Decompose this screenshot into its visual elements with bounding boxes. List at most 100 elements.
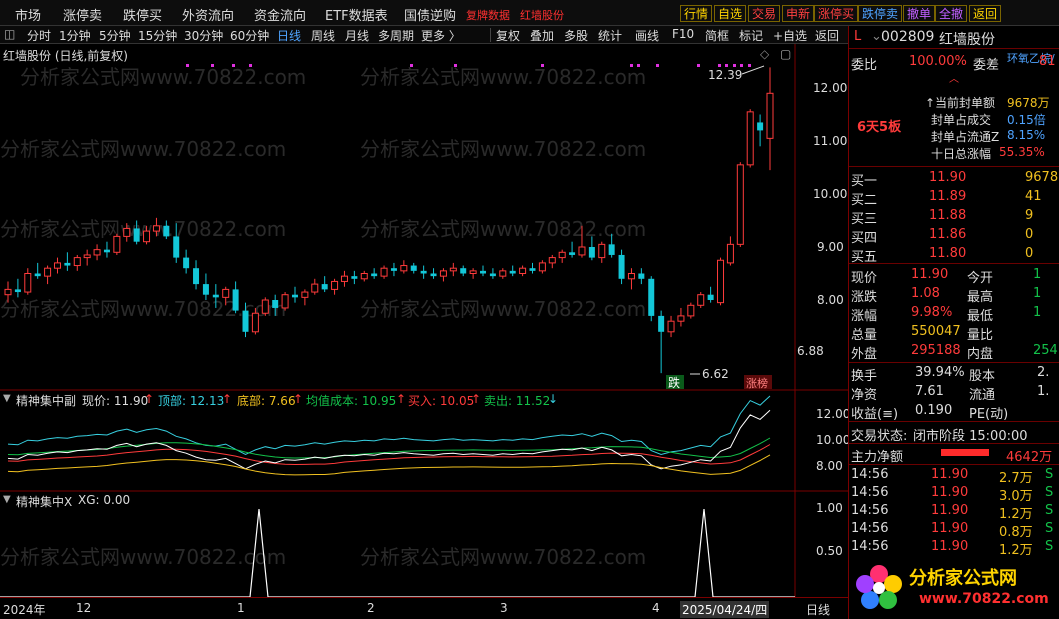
tick-time: 14:56 <box>851 521 889 536</box>
menu-market[interactable]: 市场 <box>15 5 41 24</box>
period-monthly[interactable]: 月线 <box>345 27 369 44</box>
tick-side: S <box>1045 539 1054 554</box>
signal-dot <box>697 64 700 67</box>
layout-toggle-icon[interactable]: ◫ <box>4 27 15 41</box>
tool-adjust[interactable]: 复权 <box>496 27 520 44</box>
tool-mark[interactable]: 标记 <box>739 27 763 44</box>
candle-body <box>163 225 170 237</box>
y-tick-label: 10.00 <box>813 187 847 201</box>
candle-body <box>489 273 496 277</box>
wb-value: 100.00% <box>909 54 967 69</box>
period-intraday[interactable]: 分时 <box>27 27 51 44</box>
tool-overlay[interactable]: 叠加 <box>530 27 554 44</box>
candle-body <box>717 259 725 304</box>
sub1-y-tick: 10.00 <box>816 433 848 447</box>
period-multi[interactable]: 多周期 <box>378 27 414 44</box>
button-limit-down-sell[interactable]: 跌停卖 <box>858 5 903 22</box>
y-low-label: 6.88 <box>797 344 824 358</box>
menu-hot-resume[interactable]: 复牌数据 <box>466 7 510 23</box>
book-price: 11.90 <box>929 170 967 185</box>
book-volume: 9 <box>1025 208 1034 223</box>
die-tag: 跌 <box>668 375 680 390</box>
candle-body <box>380 267 388 277</box>
stat-value: 0.190 <box>915 403 953 418</box>
candle-body <box>24 273 32 293</box>
chart-canvas[interactable]: 分析家公式网www.70822.com 分析家公式网www.70822.com … <box>0 44 850 598</box>
tick-price: 11.90 <box>931 539 969 554</box>
period-15min[interactable]: 15分钟 <box>138 27 177 44</box>
period-daily[interactable]: 日线 <box>277 27 301 44</box>
signal-dot <box>186 64 189 67</box>
toolbar-divider <box>490 28 491 42</box>
stat-value: 39.94% <box>915 365 965 380</box>
menu-hot-stock[interactable]: 红墙股份 <box>520 7 564 23</box>
menu-repo[interactable]: 国债逆购 <box>404 5 456 24</box>
stat-label: 最低 <box>967 309 994 324</box>
signal-dot <box>454 64 457 67</box>
axis-period: 日线 <box>806 603 831 617</box>
tool-stats[interactable]: 统计 <box>598 27 622 44</box>
button-back[interactable]: 返回 <box>969 5 1002 22</box>
tool-simple-frame[interactable]: 简框 <box>705 27 729 44</box>
tool-multi-stock[interactable]: 多股 <box>564 27 588 44</box>
stat-value: 295188 <box>911 343 961 358</box>
button-cancel-order[interactable]: 撤单 <box>903 5 936 22</box>
tool-draw[interactable]: 画线 <box>635 27 659 44</box>
signal-dot <box>232 64 235 67</box>
button-quote[interactable]: 行情 <box>680 5 713 22</box>
arrow-up-icon: ↑ <box>471 392 482 406</box>
button-watchlist[interactable]: 自选 <box>714 5 747 22</box>
book-volume: 0 <box>1025 246 1034 261</box>
menu-etf-table[interactable]: ETF数据表 <box>325 5 388 24</box>
button-cancel-all[interactable]: 全撤 <box>935 5 968 22</box>
chart-settings-icon[interactable]: ◇ <box>760 47 769 61</box>
sub2-xg: XG: 0.00 <box>78 493 131 507</box>
time-label: 3 <box>500 601 508 615</box>
book-price: 11.86 <box>929 227 967 242</box>
candle-body <box>321 284 328 290</box>
candle-body <box>707 294 714 300</box>
chart-close-icon[interactable]: ▢ <box>780 47 791 61</box>
stat-value: 254 <box>1033 343 1058 358</box>
logo-url: www.70822.com <box>919 591 1049 607</box>
expand-up-icon[interactable]: ︿ <box>949 70 959 85</box>
sub1-bottom: 底部: 7.66 <box>237 394 296 408</box>
period-weekly[interactable]: 周线 <box>311 27 335 44</box>
menu-foreign-flow[interactable]: 外资流向 <box>182 5 234 24</box>
sub1-top: 顶部: 12.13 <box>158 394 225 408</box>
time-label: 12 <box>76 601 92 615</box>
collapse-icon[interactable]: ▼ <box>3 393 11 404</box>
candle-body <box>519 267 527 274</box>
netflow-label: 主力净额 <box>851 450 904 465</box>
candle-body <box>14 289 21 293</box>
period-30min[interactable]: 30分钟 <box>184 27 223 44</box>
period-60min[interactable]: 60分钟 <box>230 27 269 44</box>
time-label: 4 <box>652 601 660 615</box>
zt-tag: 涨榜 <box>746 376 768 390</box>
low-marker-label: 6.62 <box>702 367 729 381</box>
button-limit-up-buy[interactable]: 涨停买 <box>814 5 859 22</box>
menu-limit-up-sell[interactable]: 涨停卖 <box>63 5 102 24</box>
book-label: 买三 <box>851 212 878 227</box>
divider <box>849 48 1059 49</box>
button-subscribe[interactable]: 申新 <box>782 5 815 22</box>
tool-f10[interactable]: F10 <box>672 27 694 41</box>
stat-label: 流通 <box>969 388 996 403</box>
button-trade[interactable]: 交易 <box>748 5 781 22</box>
period-1min[interactable]: 1分钟 <box>59 27 91 44</box>
period-5min[interactable]: 5分钟 <box>99 27 131 44</box>
book-label: 买四 <box>851 231 878 246</box>
tool-add-watch[interactable]: +自选 <box>773 27 807 44</box>
stock-name: 红墙股份 <box>939 32 995 48</box>
tick-volume: 2.7万 <box>999 471 1033 486</box>
y-tick-label: 11.00 <box>813 134 847 148</box>
menu-fund-flow[interactable]: 资金流向 <box>254 5 306 24</box>
period-more[interactable]: 更多 〉 <box>421 27 461 44</box>
candle-body <box>469 270 477 275</box>
logo-area: 分析家公式网 www.70822.com <box>849 558 1059 619</box>
candle-body <box>232 289 239 311</box>
tick-volume: 1.2万 <box>999 507 1033 522</box>
collapse-icon[interactable]: ▼ <box>3 494 11 505</box>
tool-back[interactable]: 返回 <box>815 27 839 44</box>
menu-limit-down-buy[interactable]: 跌停买 <box>123 5 162 24</box>
